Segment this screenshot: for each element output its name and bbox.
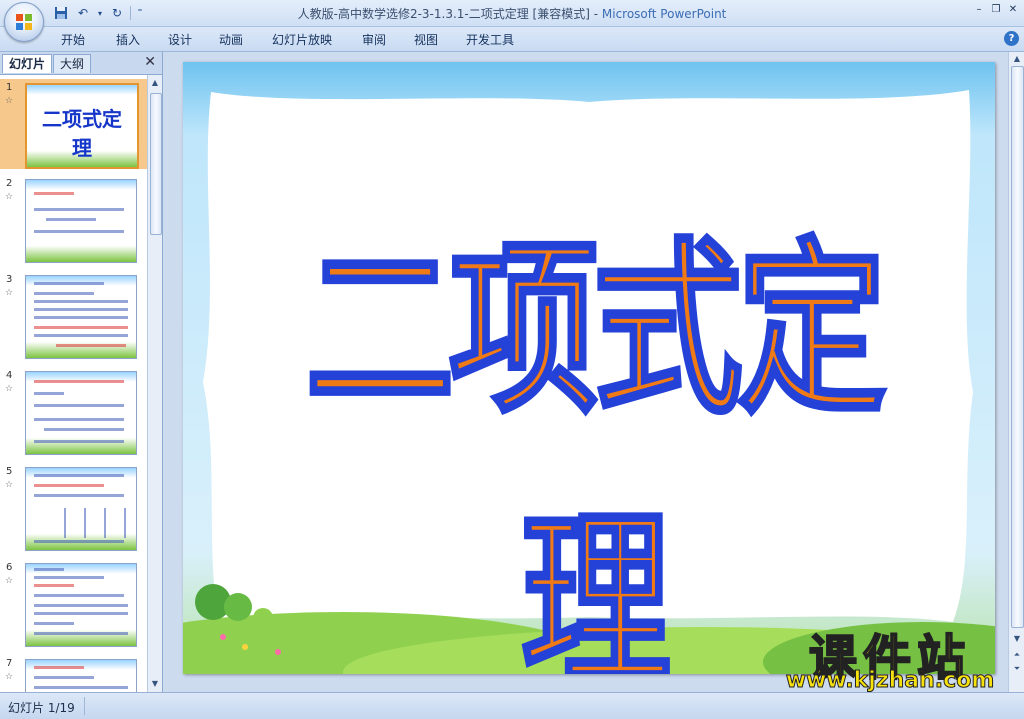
minimize-button[interactable]: –: [972, 3, 986, 17]
slide-thumb-image: [25, 275, 137, 359]
watermark-url: www.kjzhan.com: [785, 668, 995, 694]
slide-thumb-5[interactable]: 5 ☆: [0, 463, 147, 553]
thumb-title: 二项式定理: [42, 107, 122, 160]
animation-star-icon: ☆: [5, 288, 14, 298]
slide-thumb-2[interactable]: 2 ☆: [0, 175, 147, 265]
tab-slides[interactable]: 幻灯片: [2, 54, 53, 73]
animation-star-icon: ☆: [5, 576, 14, 586]
animation-star-icon: ☆: [5, 96, 14, 106]
slide-number: 4: [6, 370, 13, 381]
editor-scrollbar[interactable]: ▲ ▼ ⏶ ⏷: [1008, 52, 1024, 692]
slide-thumb-image: [25, 467, 137, 551]
help-icon[interactable]: ?: [1004, 31, 1019, 46]
document-title: 人教版-高中数学选修2-3-1.3.1-二项式定理 [兼容模式] -: [297, 7, 602, 21]
window-controls: – ❐ ✕: [972, 3, 1020, 17]
pane-scroll-thumb[interactable]: [150, 93, 162, 235]
previous-slide-icon[interactable]: ⏶: [1012, 650, 1022, 660]
pane-tabs: 幻灯片 大纲 ✕: [0, 52, 162, 75]
title-bar: ↶ ▾ ↻ ⁼ 人教版-高中数学选修2-3-1.3.1-二项式定理 [兼容模式]…: [0, 0, 1024, 27]
slide-thumb-image: [25, 371, 137, 455]
scroll-down-icon[interactable]: ▼: [150, 679, 160, 689]
slide-number: 7: [6, 658, 13, 669]
slide-thumb-6[interactable]: 6 ☆: [0, 559, 147, 649]
animation-star-icon: ☆: [5, 480, 14, 490]
current-slide[interactable]: 二项式定理: [183, 62, 995, 674]
scroll-down-icon[interactable]: ▼: [1012, 634, 1022, 644]
office-button[interactable]: [4, 2, 44, 42]
ribbon-tabs: 开始 插入 设计 动画 幻灯片放映 审阅 视图 开发工具 ?: [0, 27, 1024, 52]
slide-number: 3: [6, 274, 13, 285]
status-bar: 幻灯片 1/19: [0, 692, 1024, 719]
app-name: Microsoft PowerPoint: [601, 7, 727, 21]
slide-thumb-4[interactable]: 4 ☆: [0, 367, 147, 457]
tab-slideshow[interactable]: 幻灯片放映: [272, 31, 332, 48]
tab-insert[interactable]: 插入: [116, 31, 140, 48]
next-slide-icon[interactable]: ⏷: [1012, 664, 1022, 674]
pane-scrollbar[interactable]: ▲ ▼: [147, 75, 162, 692]
slide-thumb-image: [25, 659, 137, 692]
tab-design[interactable]: 设计: [168, 31, 192, 48]
animation-star-icon: ☆: [5, 384, 14, 394]
office-logo-icon: [16, 14, 32, 30]
slide-number: 5: [6, 466, 13, 477]
watermark-logo: 课件站 www.kjzhan.com: [776, 618, 1004, 694]
slide-title[interactable]: 二项式定理: [273, 179, 913, 674]
tab-view[interactable]: 视图: [414, 31, 438, 48]
tab-home[interactable]: 开始: [61, 31, 85, 48]
animation-star-icon: ☆: [5, 672, 14, 682]
slide-count: 幻灯片 1/19: [8, 701, 75, 715]
slide-number: 1: [6, 82, 13, 93]
animation-star-icon: ☆: [5, 192, 14, 202]
tab-animations[interactable]: 动画: [219, 31, 243, 48]
tab-outline[interactable]: 大纲: [53, 54, 92, 73]
slide-thumb-7[interactable]: 7 ☆: [0, 655, 147, 692]
slide-thumb-image: [25, 563, 137, 647]
tab-developer[interactable]: 开发工具: [466, 31, 514, 48]
slide-number: 6: [6, 562, 13, 573]
scroll-up-icon[interactable]: ▲: [150, 78, 160, 88]
tab-review[interactable]: 审阅: [362, 31, 386, 48]
slide-thumb-image: [25, 179, 137, 263]
status-divider: [84, 697, 85, 715]
pane-close-icon[interactable]: ✕: [144, 54, 156, 70]
slides-pane: 幻灯片 大纲 ✕ 1 ☆ 二项式定理 2 ☆ 3 ☆ 4 ☆ 5 ☆ 6 ☆ 7…: [0, 52, 163, 692]
window-title: 人教版-高中数学选修2-3-1.3.1-二项式定理 [兼容模式] - Micro…: [0, 5, 1024, 22]
slide-number: 2: [6, 178, 13, 189]
restore-button[interactable]: ❐: [989, 3, 1003, 17]
slide-thumb-3[interactable]: 3 ☆: [0, 271, 147, 361]
slide-thumbnails[interactable]: 1 ☆ 二项式定理 2 ☆ 3 ☆ 4 ☆ 5 ☆ 6 ☆ 7 ☆: [0, 75, 147, 692]
slide-thumb-image: 二项式定理: [25, 83, 139, 169]
editor-scroll-thumb[interactable]: [1011, 66, 1024, 628]
close-button[interactable]: ✕: [1006, 3, 1020, 17]
scroll-up-icon[interactable]: ▲: [1012, 54, 1022, 64]
slide-thumb-1[interactable]: 1 ☆ 二项式定理: [0, 79, 147, 169]
